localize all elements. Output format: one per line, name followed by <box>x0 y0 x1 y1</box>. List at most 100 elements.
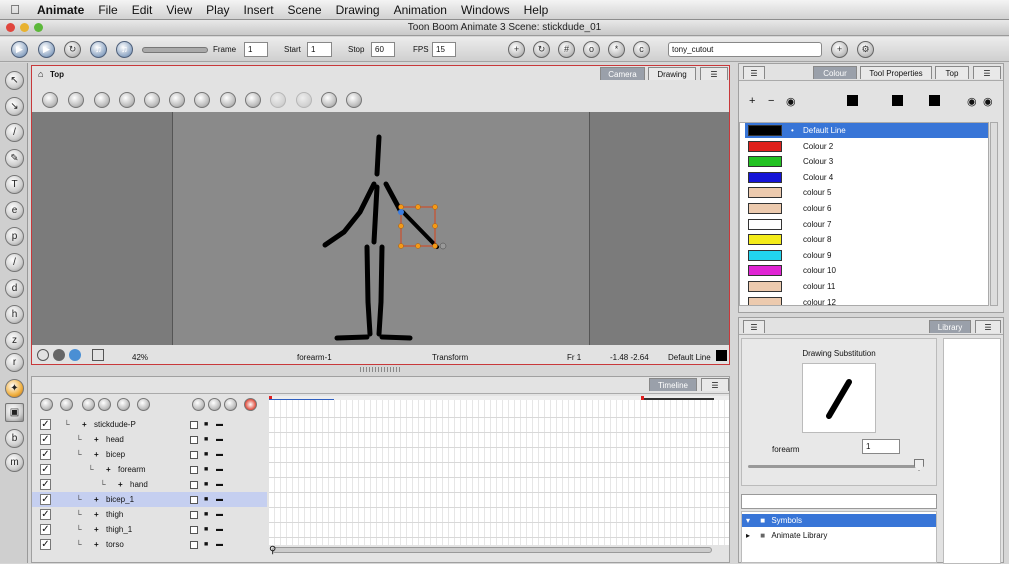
close-window-icon[interactable] <box>6 23 15 32</box>
lock-icon[interactable]: ■ <box>204 507 208 522</box>
layer-enable-checkbox[interactable] <box>190 541 198 549</box>
menu-edit[interactable]: Edit <box>125 3 160 17</box>
outline-icon[interactable]: ▬ <box>216 537 223 552</box>
layer-row[interactable]: ✓ └ + forearm ■ ▬ <box>32 462 267 477</box>
bone-tool-icon[interactable]: b <box>5 429 24 448</box>
anchor-view-icon[interactable] <box>144 92 160 108</box>
layer-enable-checkbox[interactable] <box>190 511 198 519</box>
library-panel-menu-icon[interactable]: ☰ <box>743 320 765 333</box>
tab-camera[interactable]: Camera <box>600 67 645 80</box>
stage-canvas[interactable] <box>32 112 729 345</box>
layer-visible-checkbox[interactable]: ✓ <box>40 539 51 550</box>
timeline-menu-icon[interactable]: ☰ <box>701 378 729 391</box>
eraser-tool-icon[interactable]: e <box>5 201 24 220</box>
layer-name[interactable]: thigh_1 <box>106 522 132 537</box>
tab-top[interactable]: Top <box>935 66 969 79</box>
tab-library[interactable]: Library <box>929 320 971 333</box>
settings-icon[interactable]: ⚙ <box>857 41 874 58</box>
color-view-icon[interactable] <box>69 349 81 361</box>
transform-tool-icon[interactable]: ▣ <box>5 403 24 422</box>
outline-icon[interactable]: ▬ <box>216 462 223 477</box>
loop-icon[interactable]: ↻ <box>64 41 81 58</box>
record-icon[interactable] <box>244 398 257 411</box>
onion-view-icon[interactable] <box>245 92 261 108</box>
tab-colour[interactable]: Colour <box>813 66 857 79</box>
layer-name[interactable]: bicep_1 <box>106 492 134 507</box>
sound-scrub-icon[interactable]: ♫ <box>116 41 133 58</box>
text-tool-icon[interactable]: T <box>5 175 24 194</box>
refresh-icon[interactable]: ↻ <box>533 41 550 58</box>
contour-tool-icon[interactable]: ↘ <box>5 97 24 116</box>
start-field[interactable]: 1 <box>307 42 332 57</box>
onion-skin-icon[interactable]: o <box>583 41 600 58</box>
layer-visible-checkbox[interactable]: ✓ <box>40 479 51 490</box>
colour-options-icon[interactable]: ☰ <box>973 66 1001 79</box>
colour-swatch[interactable] <box>748 140 782 152</box>
colour-swatch[interactable] <box>748 187 782 199</box>
remove-colour-icon[interactable]: − <box>768 95 774 107</box>
tab-timeline[interactable]: Timeline <box>649 378 697 391</box>
zoom-window-icon[interactable] <box>34 23 43 32</box>
tree-item-symbols[interactable]: ▾ ■ Symbols <box>742 514 936 527</box>
brush-view-icon[interactable] <box>321 92 337 108</box>
menu-app[interactable]: Animate <box>30 3 91 17</box>
layer-name[interactable]: torso <box>106 537 124 552</box>
colour-swatch-row[interactable]: • Default Line <box>745 123 988 138</box>
play-icon[interactable]: ▶ <box>11 41 28 58</box>
layer-color-icon[interactable] <box>137 398 150 411</box>
layer-props-icon[interactable] <box>117 398 130 411</box>
lock-icon[interactable]: ■ <box>204 432 208 447</box>
link-colour-icon[interactable]: ◉ <box>967 95 977 108</box>
lock-all-icon[interactable] <box>208 398 221 411</box>
substitution-slider-thumb[interactable] <box>914 459 924 471</box>
menu-view[interactable]: View <box>159 3 199 17</box>
add-drawing-icon[interactable]: + <box>508 41 525 58</box>
snap-view-icon[interactable] <box>194 92 210 108</box>
tab-drawing[interactable]: Drawing <box>648 67 696 80</box>
add-colour-icon[interactable]: + <box>749 95 755 107</box>
stick-figure-drawing[interactable] <box>32 112 729 345</box>
render-view-icon[interactable] <box>53 349 65 361</box>
zoom-level[interactable]: 42% <box>132 353 148 362</box>
line-colour-swatch[interactable] <box>892 95 903 106</box>
drawing-thumbnail[interactable] <box>802 363 876 433</box>
layer-enable-checkbox[interactable] <box>190 481 198 489</box>
reset-view-icon[interactable] <box>37 349 49 361</box>
layer-row[interactable]: ✓ └ + stickdude-P ■ ▬ <box>32 417 267 432</box>
palette-icon[interactable]: ◉ <box>786 95 796 108</box>
layer-name[interactable]: bicep <box>106 447 125 462</box>
layer-enable-checkbox[interactable] <box>190 436 198 444</box>
substitution-field[interactable]: 1 <box>862 439 900 454</box>
layer-row[interactable]: ✓ └ + thigh ■ ▬ <box>32 507 267 522</box>
colour-swatch[interactable] <box>748 249 782 261</box>
colour-swatch[interactable] <box>748 218 782 230</box>
show-all-icon[interactable] <box>192 398 205 411</box>
layer-visible-checkbox[interactable]: ✓ <box>40 464 51 475</box>
substitution-slider[interactable] <box>748 465 923 468</box>
brush-tool-icon[interactable]: / <box>5 123 24 142</box>
hand-tool-icon[interactable]: h <box>5 305 24 324</box>
scene-select[interactable]: tony_cutout <box>668 42 822 57</box>
frame-field[interactable]: 1 <box>244 42 268 57</box>
timeline-scrollbar[interactable] <box>272 547 712 553</box>
camera-icon[interactable]: c <box>633 41 650 58</box>
menu-animation[interactable]: Animation <box>387 3 454 17</box>
lock-icon[interactable]: ■ <box>204 492 208 507</box>
colour-swatch[interactable] <box>748 265 782 277</box>
layer-name[interactable]: hand <box>130 477 148 492</box>
rotate-view-icon[interactable] <box>94 92 110 108</box>
stop-field[interactable]: 60 <box>371 42 395 57</box>
pencil-tool-icon[interactable]: ✎ <box>5 149 24 168</box>
colour-swatch-row[interactable]: colour 5 <box>745 185 988 200</box>
light-table-icon[interactable] <box>220 92 236 108</box>
colour-swatch-row[interactable]: Colour 2 <box>745 139 988 154</box>
speed-slider[interactable] <box>142 47 208 53</box>
animate-tool-icon[interactable]: ✦ <box>5 379 24 398</box>
colour-swatch[interactable] <box>748 234 782 246</box>
sound-icon[interactable]: ♫ <box>90 41 107 58</box>
swatch-mode-icon[interactable]: ◉ <box>983 95 993 108</box>
library-add-icon[interactable]: + <box>831 41 848 58</box>
lock-icon[interactable]: ■ <box>204 477 208 492</box>
lock-icon[interactable]: ■ <box>204 462 208 477</box>
timeline-zoom-icon[interactable]: ⚲ <box>269 545 276 556</box>
